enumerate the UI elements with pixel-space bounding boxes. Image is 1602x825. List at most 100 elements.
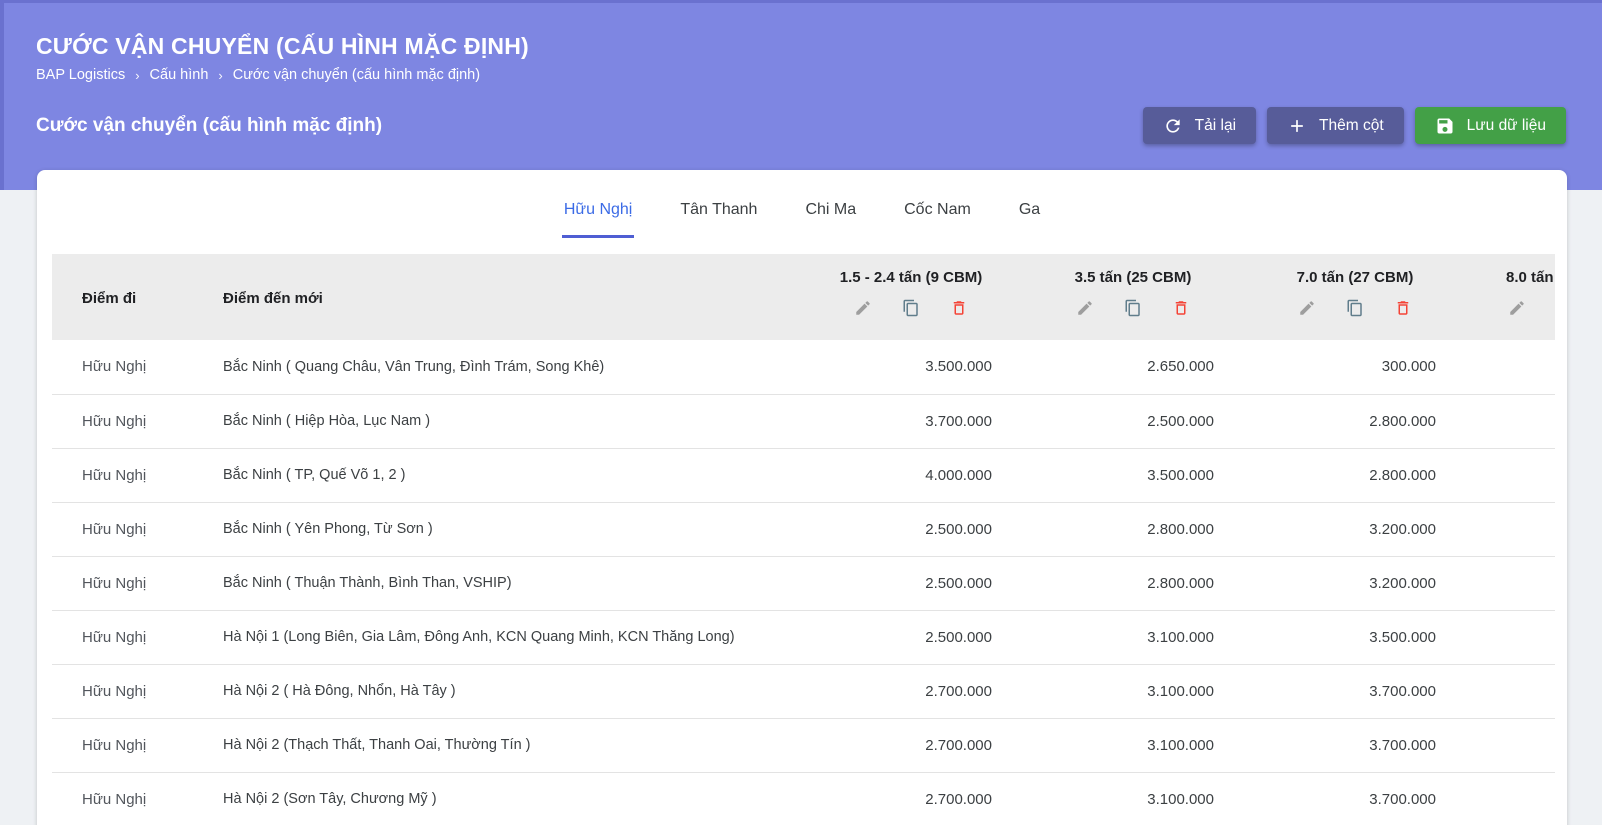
price-cell[interactable]: 2.800.000 bbox=[1052, 502, 1274, 556]
weight-column-label: 3.5 tấn (25 CBM) bbox=[1052, 269, 1274, 286]
destination-cell: Bắc Ninh ( Quang Châu, Vân Trung, Đình T… bbox=[205, 340, 830, 394]
copy-icon[interactable] bbox=[1346, 299, 1364, 317]
table-row: Hữu Nghị Bắc Ninh ( Yên Phong, Từ Sơn ) … bbox=[52, 502, 1555, 556]
price-cell[interactable]: 3.100.000 bbox=[1052, 664, 1274, 718]
origin-cell: Hữu Nghị bbox=[52, 664, 205, 718]
reload-button[interactable]: Tải lại bbox=[1143, 107, 1256, 144]
reload-button-label: Tải lại bbox=[1195, 117, 1236, 135]
trash-icon[interactable] bbox=[1172, 299, 1190, 317]
pricing-table: Điểm đi Điểm đến mới 1.5 - 2.4 tấn (9 CB… bbox=[52, 254, 1555, 825]
breadcrumb-item-config[interactable]: Cấu hình bbox=[150, 67, 209, 83]
tab-ga[interactable]: Ga bbox=[1017, 201, 1042, 238]
price-cell[interactable]: 3.100.000 bbox=[1052, 718, 1274, 772]
price-cell[interactable]: 4.000.000 bbox=[830, 448, 1052, 502]
price-cell[interactable]: 2.800.000 bbox=[1274, 394, 1496, 448]
toolbar: Tải lại Thêm cột Lưu dữ liệu bbox=[1143, 107, 1566, 144]
pricing-card: Hữu Nghị Tân Thanh Chi Ma Cốc Nam Ga Điể… bbox=[37, 170, 1567, 825]
price-cell[interactable]: 300.000 bbox=[1274, 340, 1496, 394]
price-cell[interactable] bbox=[1496, 610, 1555, 664]
column-header-weight-4: 8.0 tấn bbox=[1496, 254, 1555, 340]
price-cell[interactable]: 2.700.000 bbox=[830, 718, 1052, 772]
price-cell[interactable] bbox=[1496, 718, 1555, 772]
tab-tan-thanh[interactable]: Tân Thanh bbox=[678, 201, 759, 238]
origin-cell: Hữu Nghị bbox=[52, 394, 205, 448]
price-cell[interactable] bbox=[1496, 664, 1555, 718]
table-row: Hữu Nghị Hà Nội 1 (Long Biên, Gia Lâm, Đ… bbox=[52, 610, 1555, 664]
tab-coc-nam[interactable]: Cốc Nam bbox=[902, 201, 973, 238]
price-cell[interactable]: 2.650.000 bbox=[1052, 340, 1274, 394]
column-header-destination: Điểm đến mới bbox=[205, 254, 830, 340]
price-cell[interactable]: 3.100.000 bbox=[1052, 772, 1274, 825]
tab-huu-nghi[interactable]: Hữu Nghị bbox=[562, 201, 635, 238]
price-cell[interactable] bbox=[1496, 772, 1555, 825]
column-header-origin: Điểm đi bbox=[52, 254, 205, 340]
table-row: Hữu Nghị Hà Nội 2 (Sơn Tây, Chương Mỹ ) … bbox=[52, 772, 1555, 825]
price-cell[interactable]: 3.100.000 bbox=[1052, 610, 1274, 664]
border-gate-tabs: Hữu Nghị Tân Thanh Chi Ma Cốc Nam Ga bbox=[37, 170, 1567, 238]
destination-cell: Bắc Ninh ( Thuận Thành, Bình Than, VSHIP… bbox=[205, 556, 830, 610]
page-subtitle: Cước vận chuyển (cấu hình mặc định) bbox=[36, 115, 382, 137]
price-cell[interactable]: 2.800.000 bbox=[1274, 448, 1496, 502]
destination-cell: Hà Nội 1 (Long Biên, Gia Lâm, Đông Anh, … bbox=[205, 610, 830, 664]
breadcrumb-item-home[interactable]: BAP Logistics bbox=[36, 67, 125, 83]
price-cell[interactable] bbox=[1496, 340, 1555, 394]
trash-icon[interactable] bbox=[1394, 299, 1412, 317]
add-column-button[interactable]: Thêm cột bbox=[1267, 107, 1404, 144]
price-cell[interactable]: 2.500.000 bbox=[1052, 394, 1274, 448]
price-cell[interactable]: 3.700.000 bbox=[1274, 772, 1496, 825]
copy-icon[interactable] bbox=[902, 299, 920, 317]
pencil-icon[interactable] bbox=[1298, 299, 1316, 317]
price-cell[interactable] bbox=[1496, 556, 1555, 610]
page-header: CƯỚC VẬN CHUYỂN (CẤU HÌNH MẶC ĐỊNH) BAP … bbox=[0, 0, 1602, 190]
destination-cell: Hà Nội 2 (Thạch Thất, Thanh Oai, Thường … bbox=[205, 718, 830, 772]
table-row: Hữu Nghị Hà Nội 2 ( Hà Đông, Nhổn, Hà Tâ… bbox=[52, 664, 1555, 718]
table-row: Hữu Nghị Bắc Ninh ( Quang Châu, Vân Trun… bbox=[52, 340, 1555, 394]
pencil-icon[interactable] bbox=[1076, 299, 1094, 317]
save-icon bbox=[1435, 116, 1455, 136]
weight-column-label: 7.0 tấn (27 CBM) bbox=[1274, 269, 1496, 286]
add-column-button-label: Thêm cột bbox=[1319, 117, 1384, 135]
price-cell[interactable]: 2.700.000 bbox=[830, 772, 1052, 825]
pencil-icon[interactable] bbox=[854, 299, 872, 317]
save-button[interactable]: Lưu dữ liệu bbox=[1415, 107, 1566, 144]
destination-cell: Bắc Ninh ( Yên Phong, Từ Sơn ) bbox=[205, 502, 830, 556]
weight-column-label: 8.0 tấn bbox=[1496, 269, 1555, 286]
price-cell[interactable]: 2.500.000 bbox=[830, 610, 1052, 664]
price-cell[interactable]: 2.700.000 bbox=[830, 664, 1052, 718]
destination-cell: Bắc Ninh ( TP, Quế Võ 1, 2 ) bbox=[205, 448, 830, 502]
breadcrumb: BAP Logistics › Cấu hình › Cước vận chuy… bbox=[36, 67, 1566, 83]
chevron-right-icon: › bbox=[135, 68, 139, 83]
price-cell[interactable]: 2.500.000 bbox=[830, 556, 1052, 610]
price-cell[interactable]: 3.500.000 bbox=[830, 340, 1052, 394]
price-cell[interactable]: 3.500.000 bbox=[1274, 610, 1496, 664]
trash-icon[interactable] bbox=[950, 299, 968, 317]
table-row: Hữu Nghị Bắc Ninh ( Hiệp Hòa, Lục Nam ) … bbox=[52, 394, 1555, 448]
price-cell[interactable]: 2.800.000 bbox=[1052, 556, 1274, 610]
price-cell[interactable]: 3.200.000 bbox=[1274, 502, 1496, 556]
tab-chi-ma[interactable]: Chi Ma bbox=[803, 201, 858, 238]
table-row: Hữu Nghị Bắc Ninh ( Thuận Thành, Bình Th… bbox=[52, 556, 1555, 610]
price-cell[interactable]: 3.700.000 bbox=[1274, 718, 1496, 772]
column-header-weight-3: 7.0 tấn (27 CBM) bbox=[1274, 254, 1496, 340]
price-cell[interactable] bbox=[1496, 394, 1555, 448]
copy-icon[interactable] bbox=[1124, 299, 1142, 317]
origin-cell: Hữu Nghị bbox=[52, 448, 205, 502]
destination-cell: Hà Nội 2 ( Hà Đông, Nhổn, Hà Tây ) bbox=[205, 664, 830, 718]
origin-cell: Hữu Nghị bbox=[52, 610, 205, 664]
price-cell[interactable]: 2.500.000 bbox=[830, 502, 1052, 556]
column-header-weight-2: 3.5 tấn (25 CBM) bbox=[1052, 254, 1274, 340]
price-cell[interactable]: 3.700.000 bbox=[830, 394, 1052, 448]
price-cell[interactable] bbox=[1496, 448, 1555, 502]
price-cell[interactable] bbox=[1496, 502, 1555, 556]
breadcrumb-item-current: Cước vận chuyển (cấu hình mặc định) bbox=[233, 67, 480, 83]
page-title: CƯỚC VẬN CHUYỂN (CẤU HÌNH MẶC ĐỊNH) bbox=[36, 3, 1566, 60]
price-cell[interactable]: 3.500.000 bbox=[1052, 448, 1274, 502]
column-header-weight-1: 1.5 - 2.4 tấn (9 CBM) bbox=[830, 254, 1052, 340]
origin-cell: Hữu Nghị bbox=[52, 556, 205, 610]
pencil-icon[interactable] bbox=[1508, 299, 1526, 317]
price-cell[interactable]: 3.200.000 bbox=[1274, 556, 1496, 610]
origin-cell: Hữu Nghị bbox=[52, 718, 205, 772]
price-cell[interactable]: 3.700.000 bbox=[1274, 664, 1496, 718]
destination-cell: Hà Nội 2 (Sơn Tây, Chương Mỹ ) bbox=[205, 772, 830, 825]
table-row: Hữu Nghị Hà Nội 2 (Thạch Thất, Thanh Oai… bbox=[52, 718, 1555, 772]
